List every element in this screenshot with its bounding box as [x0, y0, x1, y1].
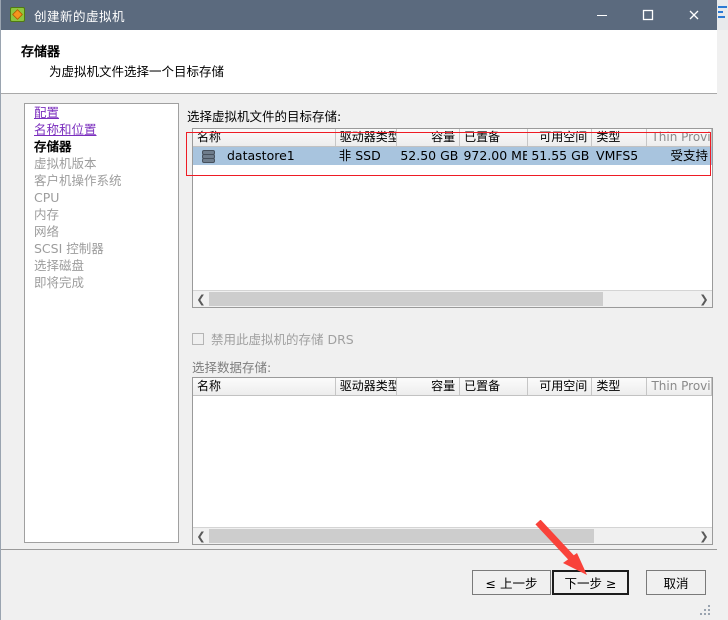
column-header-1[interactable]: 驱动器类型 [335, 129, 398, 146]
cell-provisioned: 972.00 MB [463, 148, 528, 163]
wizard-body: 配置名称和位置存储器虚拟机版本客户机操作系统 CPU 内存网络 SCSI 控制器 选择磁… [1, 96, 717, 549]
column-header-4[interactable]: 可用空间 [527, 129, 593, 146]
checkbox-box[interactable] [192, 332, 204, 345]
scroll-thumb[interactable] [209, 292, 604, 306]
sidebar-item-label: 存储器 [34, 139, 72, 154]
cell-drive-type: 非 SSD [338, 148, 381, 163]
background-window-sliver [716, 0, 728, 30]
sidebar-item-3: 虚拟机版本 [25, 155, 178, 172]
new-virtual-machine-wizard-window: 创建新的虚拟机 存储器 为虚拟机文件选择一个目标存储 配置 名称和位置 存储器 虚拟机… [0, 0, 717, 620]
column-header-0[interactable]: 名称 [193, 378, 336, 395]
sidebar-item-6: 内存 [25, 206, 178, 223]
datastore-table-header[interactable]: 名称 驱动器类型 容量 已置备 可用空间 类型 Thin Provi [193, 378, 712, 396]
column-header-3[interactable]: 已置备 [460, 378, 528, 395]
datastore-table[interactable]: 名称 驱动器类型 容量 已置备 可用空间 类型 Thin Provi ❮ ❯ [192, 377, 713, 545]
sidebar-item-label: CPU [34, 190, 60, 205]
scroll-right-icon[interactable]: ❯ [696, 291, 712, 307]
sidebar-item-0[interactable]: 配置 [25, 104, 178, 121]
next-button[interactable]: 下一步 ≥ [552, 570, 629, 595]
title-bar[interactable]: 创建新的虚拟机 [1, 0, 717, 30]
storage-table[interactable]: 名称 驱动器类型 容量 已置备 可用空间 类型 Thin Provi datastore1 非… [192, 128, 713, 308]
datastore-table-body[interactable] [193, 396, 712, 527]
minimize-button[interactable] [579, 0, 625, 30]
sidebar-item-9: 选择磁盘 [25, 257, 178, 274]
back-button[interactable]: ≤ 上一步 [472, 570, 551, 595]
sidebar-item-label: 名称和位置 [34, 122, 97, 137]
column-header-1[interactable]: 驱动器类型 [335, 378, 398, 395]
column-header-5[interactable]: 类型 [592, 129, 648, 146]
cell-name: datastore1 [193, 147, 335, 165]
sidebar-item-label: 即将完成 [34, 275, 85, 290]
datastore-table-hscrollbar[interactable]: ❮ ❯ [193, 527, 712, 544]
cell-free: 51.55 GB [531, 148, 590, 163]
scroll-track[interactable] [209, 291, 696, 307]
sidebar-item-label: 虚拟机版本 [34, 156, 97, 171]
cell-thin-provisioning: 受支持 [670, 148, 708, 163]
background-decoration [718, 6, 727, 22]
sidebar-item-label: 客户机操作系统 [34, 173, 122, 188]
scroll-left-icon[interactable]: ❮ [193, 528, 209, 544]
sidebar-item-5: CPU [25, 189, 178, 206]
column-header-3[interactable]: 已置备 [460, 129, 528, 146]
scroll-left-icon[interactable]: ❮ [193, 291, 209, 307]
maximize-button[interactable] [625, 0, 671, 30]
storage-table-header[interactable]: 名称 驱动器类型 容量 已置备 可用空间 类型 Thin Provi [193, 129, 712, 147]
sidebar-item-label: 选择磁盘 [34, 258, 85, 273]
wizard-header: 存储器 为虚拟机文件选择一个目标存储 [1, 30, 717, 94]
storage-table-hscrollbar[interactable]: ❮ ❯ [193, 290, 712, 307]
checkbox-label: 禁用此虚拟机的存储 DRS [211, 332, 354, 347]
wizard-content: 选择虚拟机文件的目标存储: 名称 驱动器类型 容量 已置备 可用空间 类型 Thin Pro… [187, 96, 713, 549]
datastore-prompt-label: 选择数据存储: [192, 360, 272, 375]
storage-table-body[interactable]: datastore1 非 SSD 52.50 GB 972.00 MB 51.55 GB… [193, 147, 712, 290]
storage-prompt-label: 选择虚拟机文件的目标存储: [187, 109, 342, 124]
sidebar-item-2: 存储器 [25, 138, 178, 155]
sidebar-item-4: 客户机操作系统 [25, 172, 178, 189]
column-header-6[interactable]: Thin Provi [647, 378, 712, 395]
table-row[interactable]: datastore1 非 SSD 52.50 GB 972.00 MB 51.55 GB… [193, 147, 712, 165]
disable-storage-drs-checkbox[interactable]: 禁用此虚拟机的存储 DRS [192, 329, 354, 348]
column-header-2[interactable]: 容量 [397, 378, 461, 395]
column-header-2[interactable]: 容量 [397, 129, 461, 146]
scroll-right-icon[interactable]: ❯ [696, 528, 712, 544]
vm-new-icon [10, 7, 26, 23]
sidebar-item-label: 内存 [34, 207, 60, 222]
wizard-footer: ≤ 上一步 下一步 ≥ 取消 [1, 549, 717, 620]
page-subtitle: 为虚拟机文件选择一个目标存储 [49, 64, 225, 79]
datastore-name: datastore1 [227, 148, 295, 163]
sidebar-item-7: 网络 [25, 223, 178, 240]
column-header-4[interactable]: 可用空间 [527, 378, 593, 395]
resize-grip-icon[interactable] [700, 603, 714, 617]
wizard-step-list: 配置名称和位置存储器虚拟机版本客户机操作系统 CPU 内存网络 SCSI 控制器 选择磁… [24, 103, 179, 543]
sidebar-item-label: 网络 [34, 224, 60, 239]
desktop-backdrop: 创建新的虚拟机 存储器 为虚拟机文件选择一个目标存储 配置 名称和位置 存储器 虚拟机… [0, 0, 728, 620]
column-header-0[interactable]: 名称 [193, 129, 336, 146]
column-header-6[interactable]: Thin Provi [647, 129, 712, 146]
column-header-5[interactable]: 类型 [592, 378, 648, 395]
cancel-button[interactable]: 取消 [646, 570, 706, 595]
page-title: 存储器 [21, 45, 61, 60]
sidebar-item-label: SCSI 控制器 [34, 241, 104, 256]
scroll-thumb[interactable] [209, 529, 594, 543]
cell-capacity: 52.50 GB [400, 148, 459, 163]
sidebar-item-1[interactable]: 名称和位置 [25, 121, 178, 138]
scroll-track[interactable] [209, 528, 696, 544]
window-title: 创建新的虚拟机 [34, 8, 126, 24]
sidebar-item-label: 配置 [34, 105, 60, 120]
sidebar-item-10: 即将完成 [25, 274, 178, 291]
datastore-icon [202, 149, 215, 163]
sidebar-item-8: SCSI 控制器 [25, 240, 178, 257]
close-button[interactable] [671, 0, 717, 30]
cell-type: VMFS5 [596, 148, 639, 163]
